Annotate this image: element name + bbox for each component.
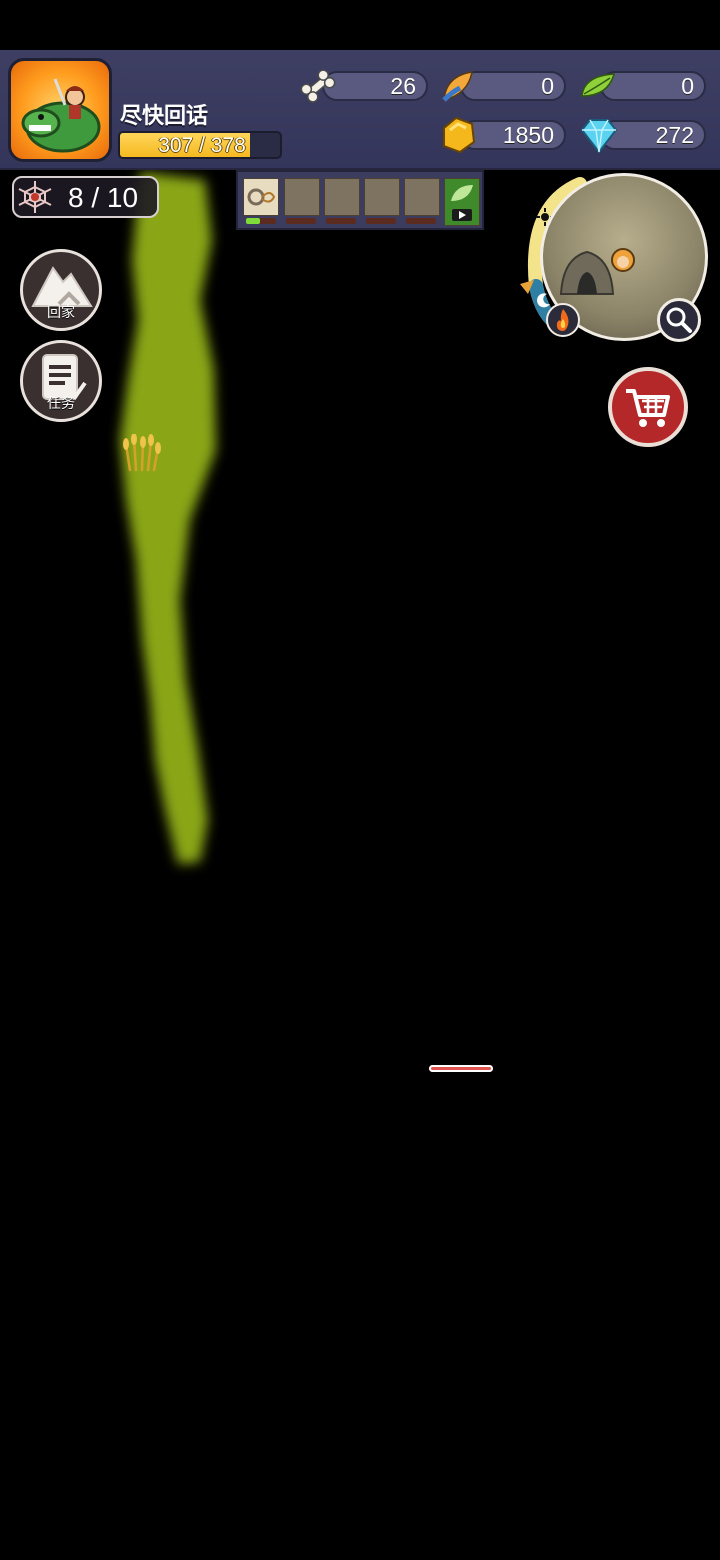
game-screen: 尽快回话 307 / 378 26 0 0 1850 272 8 / 10 回家…: [0, 0, 720, 1560]
slot-5-progress: [406, 218, 436, 224]
gold-count: 1850: [502, 122, 554, 148]
diamond-count: 272: [655, 122, 694, 148]
player-marker-icon: [611, 248, 635, 272]
task-button[interactable]: 任务: [20, 340, 102, 422]
inventory-slot-1[interactable]: [243, 178, 279, 216]
magnifier-icon: [666, 307, 692, 333]
inventory-strip: [236, 170, 484, 230]
slot-4-progress: [366, 218, 396, 224]
hp-bar: 307 / 378: [118, 131, 282, 159]
inventory-slot-3[interactable]: [324, 178, 360, 216]
player-position-indicator: [429, 1065, 493, 1072]
bone-count: 26: [390, 73, 416, 99]
spider-web-icon: [18, 181, 52, 213]
player-name: 尽快回话: [120, 103, 209, 128]
feather-icon: [442, 71, 473, 102]
map-zoom-button[interactable]: [657, 298, 701, 342]
cave-marker-icon: [559, 250, 615, 295]
cart-icon: [626, 389, 670, 427]
player-avatar[interactable]: [8, 58, 112, 162]
web-counter[interactable]: 8 / 10: [12, 176, 159, 218]
web-counter-text: 8 / 10: [68, 182, 139, 213]
diamond-icon: [580, 119, 618, 154]
slot-3-progress: [326, 218, 356, 224]
fire-icon: [556, 309, 569, 331]
leaf-count: 0: [681, 73, 694, 99]
slot-1-progress-fill: [246, 218, 260, 224]
campfire-button[interactable]: [546, 303, 580, 337]
task-button-label: 任务: [47, 395, 75, 411]
slot-2-progress: [286, 218, 316, 224]
inventory-slot-4[interactable]: [364, 178, 400, 216]
home-button-label: 回家: [47, 304, 75, 320]
gold-nugget-icon: [443, 116, 476, 154]
home-button[interactable]: 回家: [20, 249, 102, 331]
video-play-icon: [451, 185, 473, 221]
wheat-plant-icon[interactable]: [122, 434, 162, 472]
leaf-icon: [581, 73, 616, 97]
hp-text: 307 / 378: [158, 134, 246, 157]
bone-icon: [300, 69, 336, 103]
feather-count: 0: [541, 73, 554, 99]
dinosaur-rider-icon: [21, 78, 101, 153]
slot-1-progress: [246, 218, 276, 224]
inventory-slot-2[interactable]: [284, 178, 320, 216]
rope-item-icon: [247, 188, 276, 206]
inventory-slot-5[interactable]: [404, 178, 440, 216]
shop-cart-button[interactable]: [608, 367, 688, 447]
video-reward-slot[interactable]: [444, 178, 480, 226]
